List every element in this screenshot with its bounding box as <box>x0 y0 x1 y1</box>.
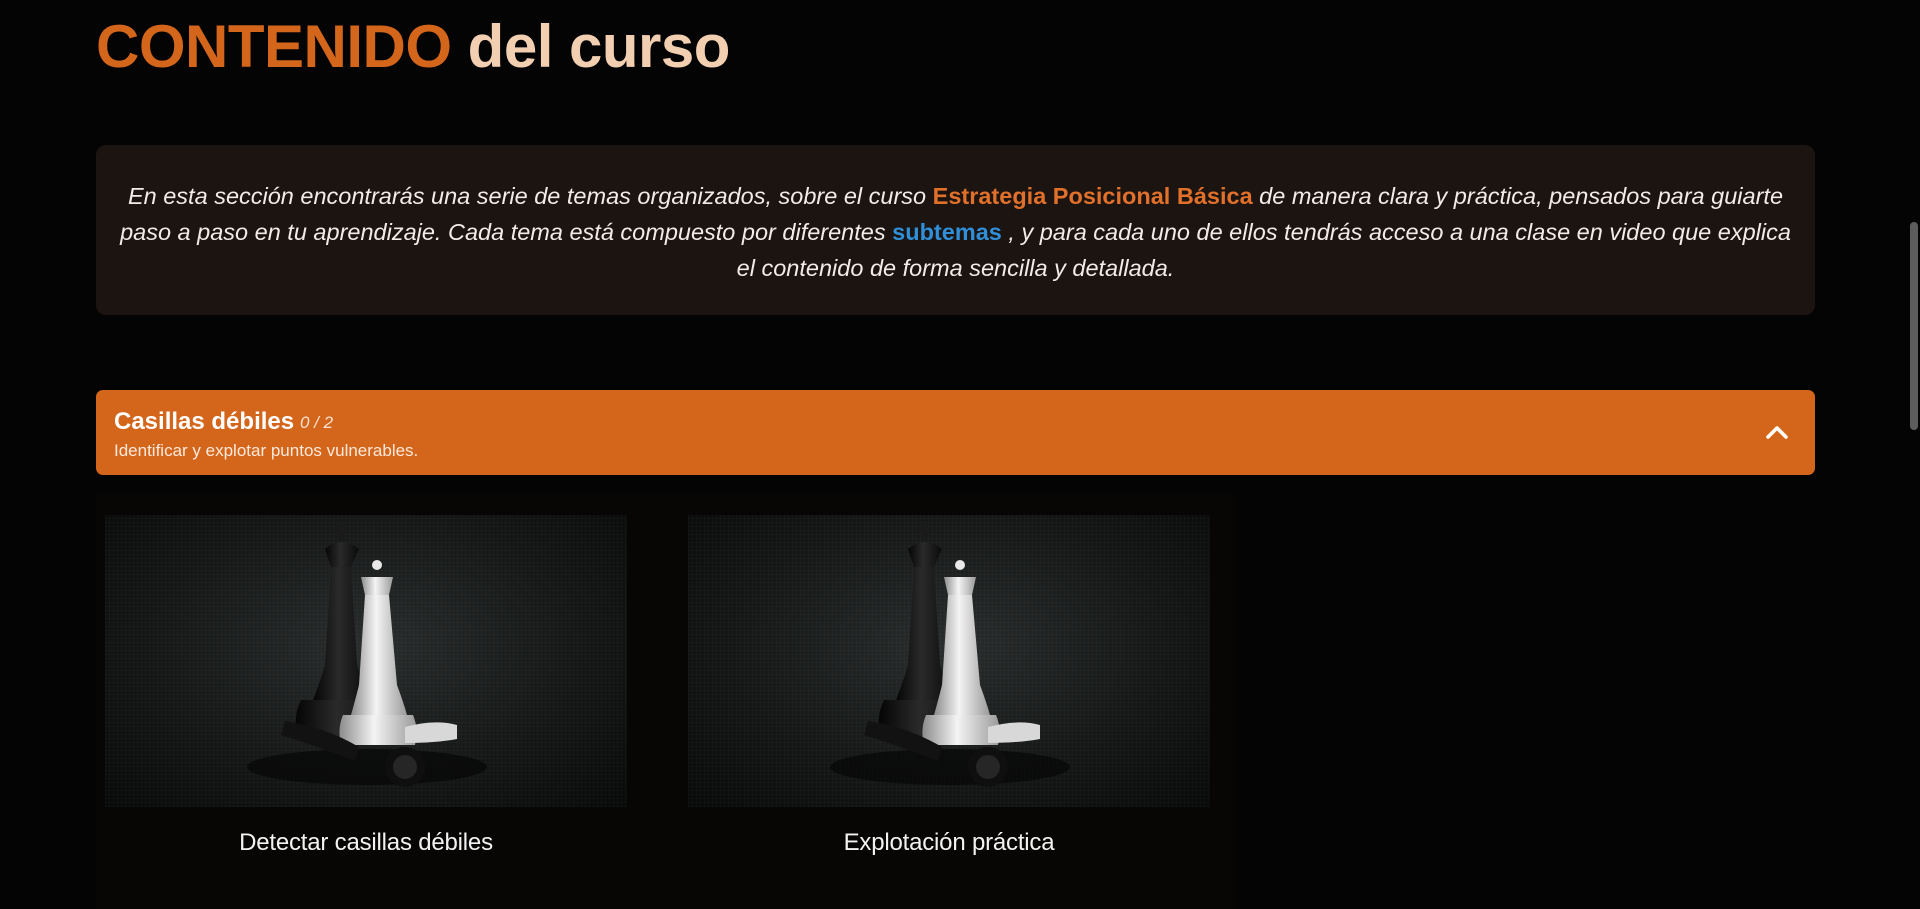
chess-pieces-illustration <box>830 523 1070 787</box>
page-scrollbar[interactable] <box>1908 0 1920 909</box>
lesson-card[interactable]: Detectar casillas débiles <box>105 515 627 909</box>
intro-text-part1: En esta sección encontrarás una serie de… <box>127 183 933 209</box>
topic-subtitle: Identificar y explotar puntos vulnerable… <box>114 441 419 460</box>
section-title-rest: del curso <box>467 13 731 80</box>
topic-accordion-header[interactable]: Casillas débiles 0 / 2 Identificar y exp… <box>96 390 1815 475</box>
topic-progress-badge: 0 / 2 <box>300 413 334 432</box>
lesson-caption: Detectar casillas débiles <box>239 829 493 856</box>
section-title: CONTENIDO del curso <box>96 12 730 82</box>
subtopics-highlight: subtemas <box>892 219 1002 245</box>
chess-pieces-image <box>105 515 627 807</box>
lesson-card[interactable]: Explotación práctica <box>688 515 1210 909</box>
topic-title: Casillas débiles <box>114 408 295 435</box>
intro-box: En esta sección encontrarás una serie de… <box>96 145 1815 315</box>
chess-pieces-image <box>688 515 1210 807</box>
course-content-page: CONTENIDO del curso En esta sección enco… <box>0 0 1920 909</box>
chevron-up-icon[interactable] <box>1761 416 1793 448</box>
course-name: Estrategia Posicional Básica <box>932 183 1253 209</box>
lesson-caption: Explotación práctica <box>843 829 1055 856</box>
scrollbar-thumb[interactable] <box>1910 222 1918 430</box>
chess-pieces-illustration <box>247 523 487 787</box>
section-title-accent: CONTENIDO <box>96 13 452 80</box>
